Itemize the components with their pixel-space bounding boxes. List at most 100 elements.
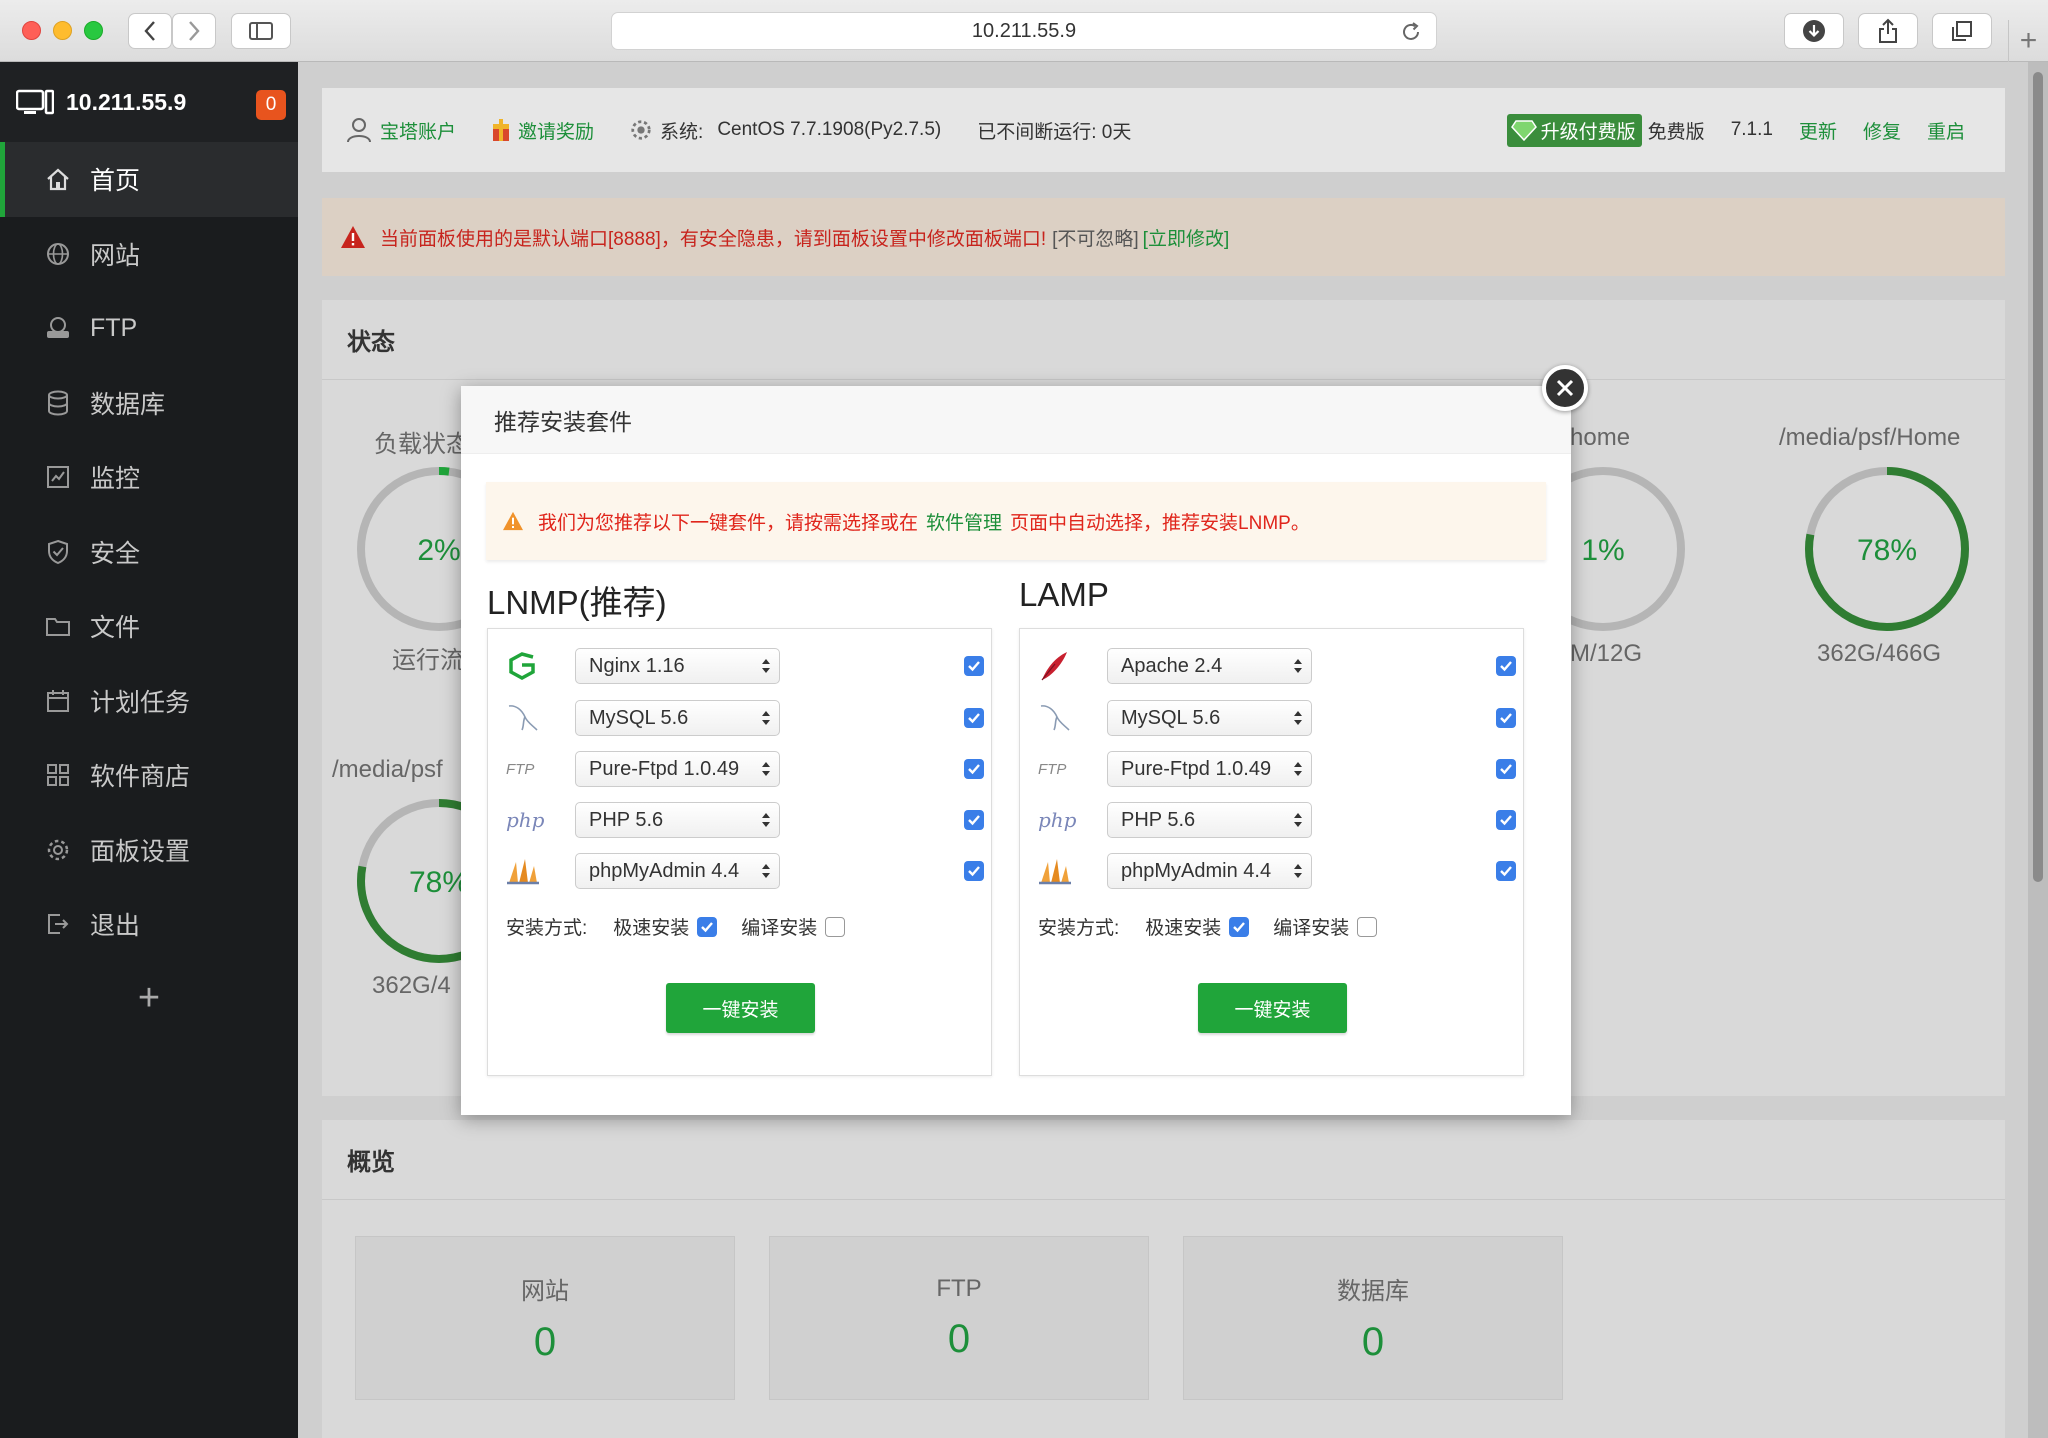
apache-feather-icon	[1038, 649, 1076, 683]
phpmyadmin-version-select[interactable]: phpMyAdmin 4.4	[1107, 853, 1312, 889]
upgrade-button[interactable]: 升级付费版	[1506, 113, 1642, 147]
lnmp-title: LNMP(推荐)	[487, 584, 667, 621]
overview-card-ftp[interactable]: FTP 0	[769, 1236, 1149, 1400]
php-checkbox[interactable]	[1496, 810, 1516, 830]
sidebar-item-label: 监控	[90, 465, 141, 494]
php-checkbox[interactable]	[964, 810, 984, 830]
server-ip: 10.211.55.9	[66, 88, 187, 115]
sidebar-item-ftp[interactable]: FTP	[0, 291, 298, 366]
alert-text: 当前面板使用的是默认端口[8888]，有安全隐患，请到面板设置中修改面板端口!	[380, 228, 1047, 250]
forward-button[interactable]	[172, 13, 216, 49]
nginx-version-select[interactable]: Nginx 1.16	[575, 648, 780, 684]
software-manager-link[interactable]: 软件管理	[926, 508, 1002, 535]
sidebar-item-store[interactable]: 软件商店	[0, 738, 298, 813]
check-icon	[1500, 866, 1512, 877]
check-icon	[968, 764, 980, 775]
select-arrows-icon	[1294, 659, 1302, 673]
mysql-version-select[interactable]: MySQL 5.6	[1107, 700, 1312, 736]
disk1-label: home	[1570, 424, 1631, 451]
repair-link[interactable]: 修复	[1863, 117, 1901, 144]
version-actions: 升级付费版 免费版 7.1.1 更新 修复 重启	[1506, 88, 1965, 172]
reload-icon[interactable]	[1400, 21, 1422, 43]
mysql-version-select[interactable]: MySQL 5.6	[575, 700, 780, 736]
page-scrollbar[interactable]	[2028, 62, 2048, 1438]
restart-link[interactable]: 重启	[1927, 117, 1965, 144]
check-icon	[968, 866, 980, 877]
gift-icon	[492, 118, 510, 142]
phpmyadmin-version-select[interactable]: phpMyAdmin 4.4	[575, 853, 780, 889]
sidebar-item-logout[interactable]: 退出	[0, 887, 298, 962]
sidebar-item-files[interactable]: 文件	[0, 589, 298, 664]
load-value: 2%	[417, 534, 460, 567]
status-title: 状态	[322, 300, 2005, 380]
php-version-select[interactable]: PHP 5.6	[575, 802, 780, 838]
sidebar-item-monitor[interactable]: 监控	[0, 440, 298, 515]
phpmyadmin-checkbox[interactable]	[1496, 861, 1516, 881]
disk3-sub: 362G/4	[372, 972, 451, 999]
sidebar-item-label: 首页	[90, 167, 141, 196]
sidebar: 10.211.55.9 0 首页 网站 FTP 数据库 监控 安全 文件 计划任…	[0, 62, 298, 1438]
mysql-checkbox[interactable]	[964, 708, 984, 728]
nginx-checkbox[interactable]	[964, 656, 984, 676]
chevron-left-icon	[144, 21, 155, 41]
php-version-select[interactable]: PHP 5.6	[1107, 802, 1312, 838]
lnmp-install-button[interactable]: 一键安装	[666, 983, 815, 1033]
tabs-overview-button[interactable]	[1932, 13, 1992, 49]
ftp-checkbox[interactable]	[1496, 759, 1516, 779]
downloads-button[interactable]	[1784, 13, 1844, 49]
compile-install-checkbox[interactable]	[825, 916, 846, 937]
address-bar[interactable]: 10.211.55.9	[611, 12, 1437, 50]
scrollbar-thumb[interactable]	[2033, 72, 2043, 882]
chevron-right-icon	[189, 21, 200, 41]
apache-version-select[interactable]: Apache 2.4	[1107, 648, 1312, 684]
sidebar-item-home[interactable]: 首页	[0, 142, 298, 217]
notification-badge[interactable]: 0	[256, 90, 286, 120]
disk1-value: 1%	[1581, 534, 1624, 567]
zoom-window-button[interactable]	[84, 21, 103, 40]
ftp-version-select[interactable]: Pure-Ftpd 1.0.49	[575, 751, 780, 787]
alert-fix-link[interactable]: [立即修改]	[1143, 224, 1230, 251]
download-icon	[1803, 20, 1825, 42]
select-arrows-icon	[762, 864, 770, 878]
database-icon	[44, 389, 72, 417]
close-window-button[interactable]	[22, 21, 41, 40]
select-arrows-icon	[1294, 711, 1302, 725]
server-monitor-icon	[16, 89, 54, 115]
back-button[interactable]	[128, 13, 172, 49]
home-icon	[44, 165, 72, 193]
ftp-icon	[44, 314, 72, 342]
overview-card-database[interactable]: 数据库 0	[1183, 1236, 1563, 1400]
lnmp-row-mysql: MySQL 5.6	[506, 699, 984, 737]
sidebar-item-label: 软件商店	[90, 763, 191, 792]
fast-install-checkbox[interactable]	[1229, 916, 1250, 937]
fast-install-checkbox[interactable]	[697, 916, 718, 937]
overview-card-website[interactable]: 网站 0	[355, 1236, 735, 1400]
minimize-window-button[interactable]	[53, 21, 72, 40]
mysql-checkbox[interactable]	[1496, 708, 1516, 728]
sidebar-item-cron[interactable]: 计划任务	[0, 664, 298, 739]
select-arrows-icon	[1294, 762, 1302, 776]
apache-checkbox[interactable]	[1496, 656, 1516, 676]
lamp-install-button[interactable]: 一键安装	[1198, 983, 1347, 1033]
share-button[interactable]	[1858, 13, 1918, 49]
sidebar-item-database[interactable]: 数据库	[0, 366, 298, 441]
sidebar-item-settings[interactable]: 面板设置	[0, 813, 298, 888]
disk2-sub: 362G/466G	[1817, 640, 1942, 667]
new-tab-button[interactable]: +	[2008, 20, 2048, 62]
sidebar-item-website[interactable]: 网站	[0, 217, 298, 292]
sidebar-toggle-button[interactable]	[231, 13, 291, 49]
update-link[interactable]: 更新	[1799, 117, 1837, 144]
compile-install-checkbox[interactable]	[1357, 916, 1378, 937]
ftp-version-select[interactable]: Pure-Ftpd 1.0.49	[1107, 751, 1312, 787]
sidebar-item-security[interactable]: 安全	[0, 515, 298, 590]
add-server-button[interactable]: +	[0, 962, 298, 1036]
invite-link[interactable]: 邀请奖励	[492, 117, 594, 144]
dialog-close-button[interactable]	[1542, 365, 1588, 411]
phpmyadmin-checkbox[interactable]	[964, 861, 984, 881]
dialog-title: 推荐安装套件	[461, 386, 1571, 454]
sidebar-item-label: 网站	[90, 241, 141, 270]
ftp-checkbox[interactable]	[964, 759, 984, 779]
sidebar-item-label: FTP	[90, 313, 138, 342]
check-icon	[968, 661, 980, 672]
account-link[interactable]: 宝塔账户	[346, 117, 456, 144]
